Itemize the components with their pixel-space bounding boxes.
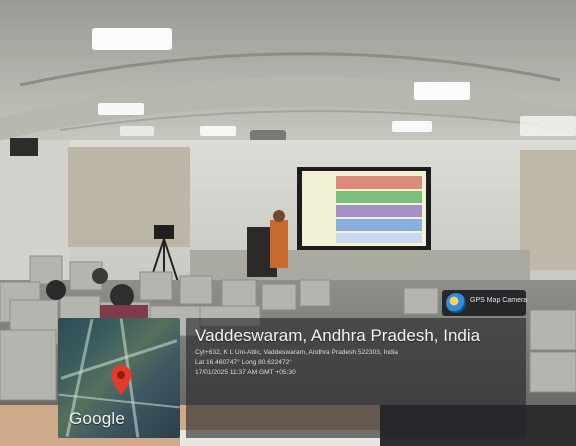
presenter xyxy=(270,220,288,268)
map-pin-icon xyxy=(111,365,131,395)
location-coordinates: Lat 16.460747° Long 80.622472° xyxy=(195,359,292,366)
google-logo: Google xyxy=(69,409,126,428)
ceiling-light xyxy=(92,28,172,50)
gps-badge-label: GPS Map Camera xyxy=(470,297,528,304)
location-address: Cyt+632, K L Uni-Attic, Vaddeswaram, And… xyxy=(195,349,398,356)
location-title: Vaddeswaram, Andhra Pradesh, India xyxy=(195,326,481,345)
location-datetime: 17/01/2025 11:37 AM GMT +05:30 xyxy=(195,369,296,376)
photo-frame: Google GPS Map Camera Vaddeswaram, Andhr… xyxy=(0,0,576,446)
speaker xyxy=(10,138,38,156)
gps-map-camera-icon xyxy=(446,293,466,313)
